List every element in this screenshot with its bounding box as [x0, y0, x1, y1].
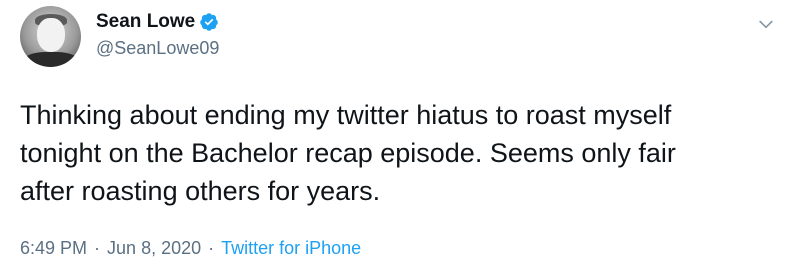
- author-handle[interactable]: @SeanLowe09: [96, 36, 219, 60]
- meta-separator: ·: [208, 238, 215, 258]
- avatar-face: [37, 18, 65, 52]
- tweet-source-link[interactable]: Twitter for iPhone: [221, 238, 361, 258]
- verified-badge-icon: [200, 13, 218, 31]
- tweet-date[interactable]: Jun 8, 2020: [107, 238, 201, 258]
- meta-separator: ·: [94, 238, 101, 258]
- tweet-time[interactable]: 6:49 PM: [20, 238, 87, 258]
- tweet-meta: 6:49 PM · Jun 8, 2020 · Twitter for iPhone: [20, 236, 361, 260]
- tweet-card: Sean Lowe @SeanLowe09 Thinking about end…: [0, 0, 800, 271]
- tweet-text: Thinking about ending my twitter hiatus …: [20, 100, 676, 206]
- author-display-name[interactable]: Sean Lowe: [96, 10, 195, 34]
- avatar[interactable]: [20, 6, 81, 67]
- avatar-shirt: [24, 52, 78, 67]
- author-block: Sean Lowe @SeanLowe09: [96, 10, 219, 60]
- author-name-row: Sean Lowe: [96, 10, 219, 34]
- chevron-down-icon[interactable]: [756, 14, 776, 34]
